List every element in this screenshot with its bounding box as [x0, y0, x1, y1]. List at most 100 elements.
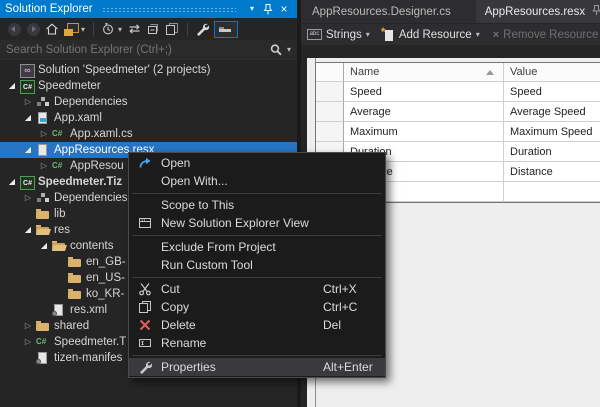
grid-row: SpeedSpeed: [316, 82, 600, 102]
deps-icon: [35, 190, 51, 206]
expand-expander-icon[interactable]: ▷: [21, 94, 35, 110]
filter-caret-icon[interactable]: ▾: [118, 25, 122, 34]
tree-item-label: lib: [54, 208, 66, 220]
grid-cell[interactable]: Distance: [504, 162, 600, 182]
collapse-expander-icon[interactable]: ◢: [21, 110, 35, 126]
tree-item-dependencies[interactable]: ▷ Dependencies: [0, 94, 297, 110]
grid-cell[interactable]: Average: [344, 102, 504, 122]
grid-corner-cell[interactable]: [316, 63, 344, 82]
drag-handle-dots[interactable]: [102, 7, 236, 13]
grid-cell[interactable]: Maximum Speed: [504, 122, 600, 142]
expand-expander-icon[interactable]: ▷: [21, 318, 35, 334]
grid-cell[interactable]: [504, 182, 600, 202]
menu-item-rename[interactable]: Rename: [129, 334, 385, 352]
tree-item-app-xaml[interactable]: ◢App.xaml: [0, 110, 297, 126]
folder-icon: [67, 254, 83, 270]
menu-item-properties[interactable]: PropertiesAlt+Enter: [129, 358, 385, 376]
tree-item-label: Dependencies: [54, 96, 128, 108]
menu-item-run-custom-tool[interactable]: Run Custom Tool: [129, 256, 385, 274]
panel-title: Solution Explorer: [5, 3, 93, 15]
menu-item-label: Cut: [161, 282, 323, 296]
tree-item-solution-speedmeter-2-projects[interactable]: Solution 'Speedmeter' (2 projects): [0, 62, 297, 78]
tab-appresources-resx[interactable]: AppResources.resx ×: [476, 0, 600, 23]
properties-icon: [129, 360, 161, 374]
menu-item-exclude-from-project[interactable]: Exclude From Project: [129, 238, 385, 256]
collapse-expander-icon[interactable]: ◢: [37, 238, 51, 254]
search-icon[interactable]: [267, 41, 285, 59]
properties-wrench-icon[interactable]: [193, 20, 211, 38]
menu-item-new-solution-explorer-view[interactable]: New Solution Explorer View: [129, 214, 385, 232]
folder-icon: [67, 286, 83, 302]
home-icon[interactable]: [43, 20, 61, 38]
expand-expander-icon[interactable]: ▷: [37, 158, 51, 174]
menu-item-shortcut: Ctrl+C: [323, 300, 385, 314]
xml-icon: [35, 350, 51, 366]
forward-button: [24, 20, 42, 38]
grid-header-row: NameValue: [316, 63, 600, 82]
open-icon: [129, 156, 161, 170]
strings-type-selector[interactable]: abc Strings ▾: [307, 29, 373, 41]
collapse-all-icon[interactable]: [144, 20, 162, 38]
expand-expander-icon[interactable]: ▷: [21, 190, 35, 206]
grid-cell[interactable]: Speed: [344, 82, 504, 102]
grid-row-header[interactable]: [316, 122, 344, 142]
collapse-expander-icon[interactable]: ◢: [21, 222, 35, 238]
add-resource-caret-icon: ▾: [476, 30, 480, 39]
menu-item-delete[interactable]: DeleteDel: [129, 316, 385, 334]
menu-item-shortcut: Del: [323, 318, 385, 332]
tree-item-label: App.xaml.cs: [70, 128, 133, 140]
solution-explorer-titlebar[interactable]: Solution Explorer ▾ ×: [0, 0, 297, 18]
tree-item-label: res.xml: [70, 304, 107, 316]
expand-expander-icon[interactable]: ▷: [21, 334, 35, 350]
search-options-caret-icon[interactable]: ▾: [287, 45, 291, 54]
grid-header-name[interactable]: Name: [344, 63, 504, 82]
copy-icon: [129, 300, 161, 314]
show-all-files-icon[interactable]: [163, 20, 181, 38]
solution-explorer-toolbar: ▾ ▾: [0, 18, 297, 40]
new-view-icon: [129, 216, 161, 230]
grid-header-value[interactable]: Value: [504, 63, 600, 82]
pending-changes-filter-icon[interactable]: [99, 20, 117, 38]
switch-views-caret-icon[interactable]: ▾: [81, 25, 85, 34]
menu-item-scope-to-this[interactable]: Scope to This: [129, 196, 385, 214]
collapse-expander-icon[interactable]: ◢: [5, 78, 19, 94]
switch-views-icon[interactable]: [62, 20, 80, 38]
menu-item-label: Properties: [161, 360, 323, 374]
tree-item-app-xaml-cs[interactable]: ▷ App.xaml.cs: [0, 126, 297, 142]
menu-item-copy[interactable]: CopyCtrl+C: [129, 298, 385, 316]
sync-with-active-document-icon[interactable]: [125, 20, 143, 38]
menu-item-open[interactable]: Open: [129, 154, 385, 172]
menu-item-cut[interactable]: CutCtrl+X: [129, 280, 385, 298]
tab-pin-icon[interactable]: [591, 4, 600, 19]
tree-item-speedmeter[interactable]: ◢Speedmeter: [0, 78, 297, 94]
window-position-menu-icon[interactable]: ▾: [244, 1, 260, 17]
strings-label: Strings: [326, 29, 362, 41]
menu-item-open-with[interactable]: Open With...: [129, 172, 385, 190]
expand-expander-icon[interactable]: ▷: [37, 126, 51, 142]
search-input[interactable]: [0, 44, 267, 56]
menu-item-shortcut: Ctrl+X: [323, 282, 385, 296]
grid-cell[interactable]: Speed: [504, 82, 600, 102]
menu-item-label: Run Custom Tool: [161, 258, 323, 272]
solution-icon: [19, 62, 35, 78]
collapse-expander-icon[interactable]: ◢: [5, 174, 19, 190]
collapse-expander-icon[interactable]: ◢: [21, 142, 35, 158]
pin-icon[interactable]: [260, 1, 276, 17]
search-box: ▾: [0, 40, 297, 60]
csproj-icon: [19, 174, 35, 190]
grid-row-header[interactable]: [316, 82, 344, 102]
tab-appresources-designer-cs[interactable]: AppResources.Designer.cs: [303, 0, 460, 23]
delete-icon: [129, 318, 161, 332]
grid-cell[interactable]: Duration: [504, 142, 600, 162]
add-resource-button[interactable]: Add Resource ▾: [383, 28, 483, 41]
folder-icon: [67, 270, 83, 286]
grid-cell[interactable]: Average Speed: [504, 102, 600, 122]
tree-item-label: Speedmeter.Tiz: [38, 176, 122, 188]
grid-cell[interactable]: Maximum: [344, 122, 504, 142]
grid-row-header[interactable]: [316, 102, 344, 122]
menu-item-label: Rename: [161, 336, 323, 350]
close-icon[interactable]: ×: [276, 1, 292, 17]
menu-separator: [129, 232, 385, 238]
menu-separator: [129, 352, 385, 358]
preview-selected-items-toggle[interactable]: [214, 21, 238, 38]
